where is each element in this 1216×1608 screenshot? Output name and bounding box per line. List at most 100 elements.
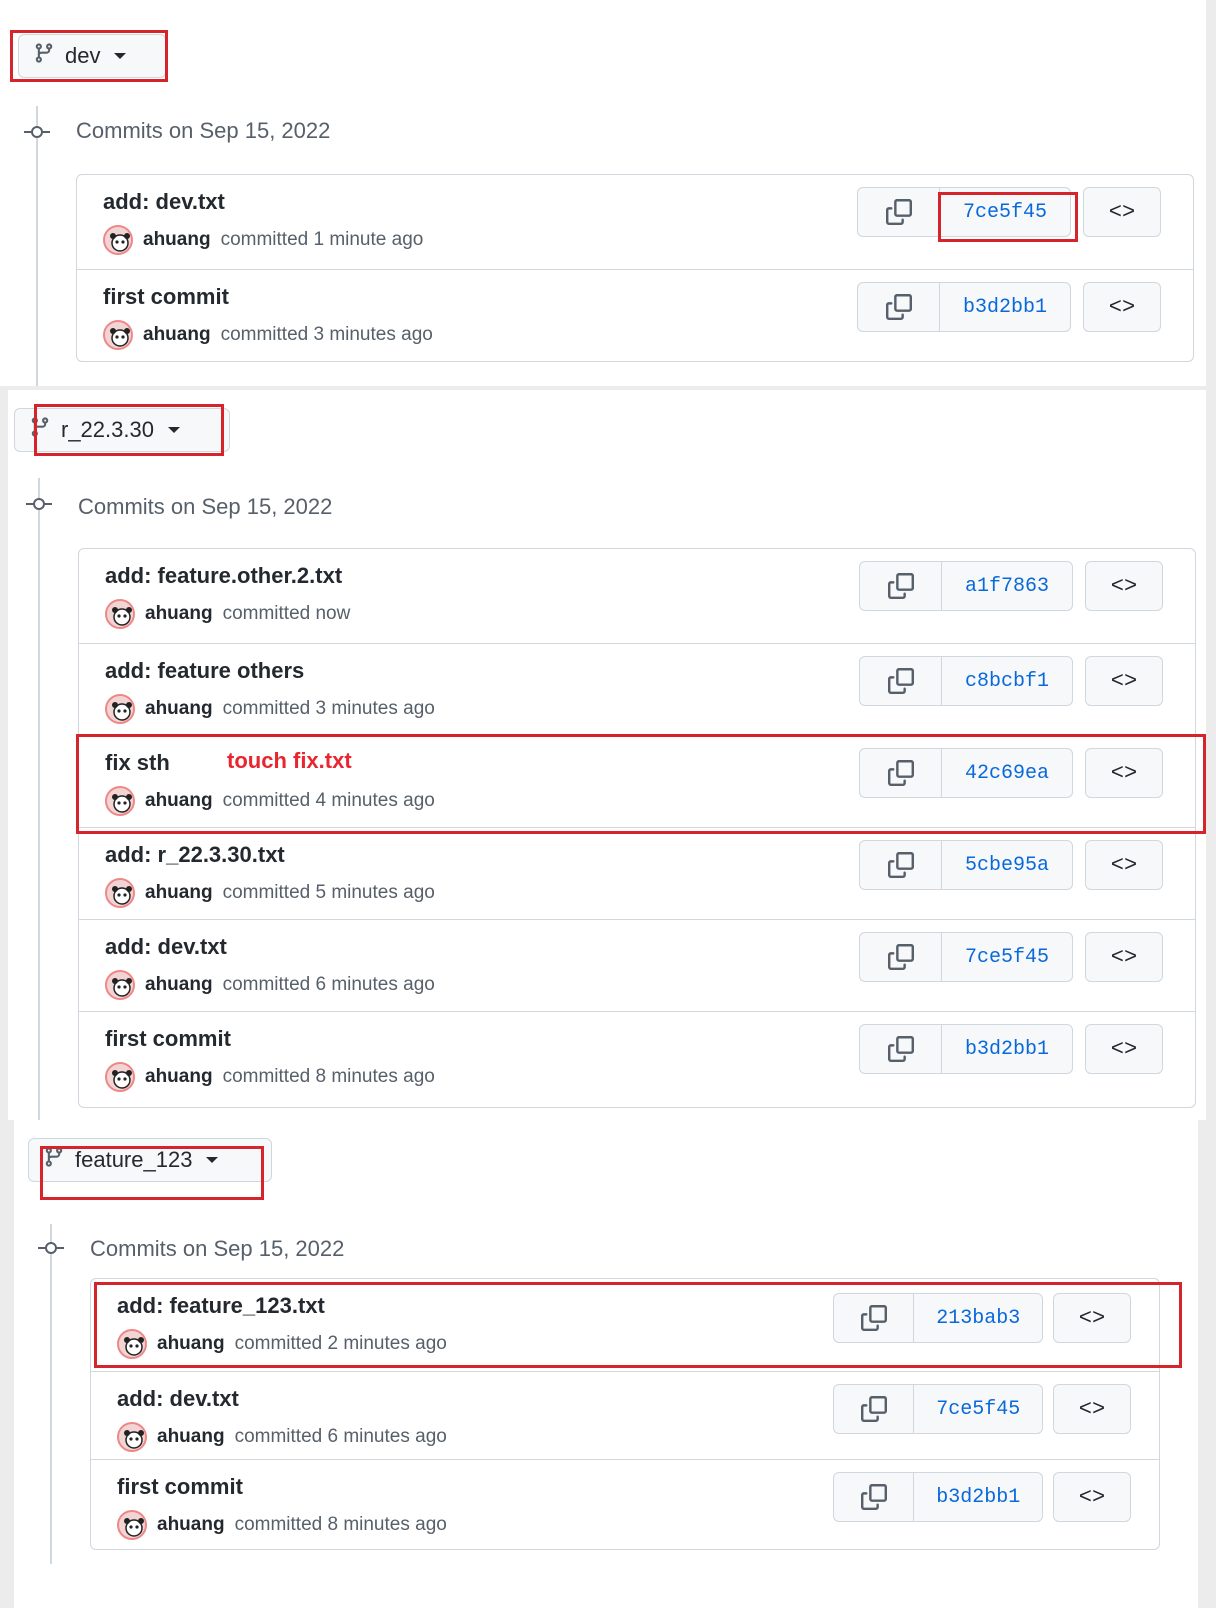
- commit-author[interactable]: ahuang: [157, 1333, 225, 1355]
- copy-sha-button[interactable]: [858, 188, 940, 236]
- avatar[interactable]: [117, 1510, 147, 1540]
- avatar[interactable]: [105, 599, 135, 629]
- sha-button-group: b3d2bb1: [857, 282, 1071, 332]
- commit-message[interactable]: add: dev.txt: [103, 189, 225, 215]
- commit-author[interactable]: ahuang: [143, 229, 211, 251]
- avatar[interactable]: [103, 320, 133, 350]
- browse-files-button[interactable]: <>: [1085, 932, 1163, 982]
- commit-node-icon: [38, 1242, 64, 1254]
- browse-files-button[interactable]: <>: [1085, 1024, 1163, 1074]
- copy-sha-button[interactable]: [834, 1385, 915, 1433]
- copy-sha-button[interactable]: [860, 933, 942, 981]
- commit-time: committed 8 minutes ago: [234, 1514, 447, 1535]
- commit-sha-link[interactable]: a1f7863: [942, 562, 1072, 610]
- browse-files-button[interactable]: <>: [1085, 656, 1163, 706]
- avatar[interactable]: [105, 1062, 135, 1092]
- commit-message[interactable]: first commit: [117, 1474, 243, 1500]
- copy-sha-button[interactable]: [860, 749, 942, 797]
- avatar[interactable]: [117, 1422, 147, 1452]
- commit-author[interactable]: ahuang: [145, 974, 213, 996]
- commit-time: committed 4 minutes ago: [222, 790, 435, 811]
- sha-button-group: 5cbe95a: [859, 840, 1073, 890]
- commit-sha-link[interactable]: 213bab3: [914, 1294, 1042, 1342]
- commit-sha-link[interactable]: 7ce5f45: [942, 933, 1072, 981]
- copy-sha-button[interactable]: [860, 841, 942, 889]
- copy-sha-button[interactable]: [860, 1025, 942, 1073]
- sha-button-group: 7ce5f45: [833, 1384, 1043, 1434]
- copy-sha-button[interactable]: [860, 562, 942, 610]
- commit-row: add: feature_123.txt ahuang committed 2 …: [91, 1279, 1159, 1371]
- sha-button-group: 7ce5f45: [859, 932, 1073, 982]
- browse-files-button[interactable]: <>: [1053, 1472, 1131, 1522]
- copy-sha-button[interactable]: [858, 283, 940, 331]
- branch-icon: [33, 41, 55, 71]
- copy-sha-button[interactable]: [860, 657, 942, 705]
- copy-icon: [885, 294, 912, 320]
- commit-sha-link[interactable]: 7ce5f45: [940, 188, 1070, 236]
- browse-files-button[interactable]: <>: [1053, 1293, 1131, 1343]
- copy-sha-button[interactable]: [834, 1294, 915, 1342]
- commit-author[interactable]: ahuang: [157, 1426, 225, 1448]
- commit-meta: ahuang committed 4 minutes ago: [105, 786, 435, 816]
- commit-message[interactable]: add: feature.other.2.txt: [105, 563, 342, 589]
- avatar[interactable]: [105, 970, 135, 1000]
- commit-row: add: r_22.3.30.txt ahuang committed 5 mi…: [79, 827, 1195, 919]
- commit-sha-link[interactable]: b3d2bb1: [914, 1473, 1042, 1521]
- avatar[interactable]: [105, 786, 135, 816]
- commit-message[interactable]: first commit: [105, 1026, 231, 1052]
- sha-button-group: 7ce5f45: [857, 187, 1071, 237]
- commit-message[interactable]: fix sth: [105, 750, 170, 776]
- commit-meta: ahuang committed 8 minutes ago: [117, 1510, 447, 1540]
- browse-files-button[interactable]: <>: [1053, 1384, 1131, 1434]
- commit-sha-link[interactable]: b3d2bb1: [942, 1025, 1072, 1073]
- browse-files-button[interactable]: <>: [1085, 561, 1163, 611]
- copy-icon: [887, 760, 914, 786]
- browse-files-button[interactable]: <>: [1085, 840, 1163, 890]
- sha-button-group: b3d2bb1: [859, 1024, 1073, 1074]
- commit-sha-link[interactable]: 7ce5f45: [914, 1385, 1042, 1433]
- avatar[interactable]: [105, 694, 135, 724]
- commit-author[interactable]: ahuang: [145, 882, 213, 904]
- branch-selector[interactable]: dev: [18, 34, 166, 78]
- browse-files-button[interactable]: <>: [1085, 748, 1163, 798]
- branch-selector[interactable]: r_22.3.30: [14, 408, 230, 452]
- commit-meta: ahuang committed 1 minute ago: [103, 225, 423, 255]
- date-header: Commits on Sep 15, 2022: [90, 1236, 345, 1261]
- copy-sha-button[interactable]: [834, 1473, 915, 1521]
- browse-files-button[interactable]: <>: [1083, 282, 1161, 332]
- sha-button-group: b3d2bb1: [833, 1472, 1043, 1522]
- commit-sha-link[interactable]: c8bcbf1: [942, 657, 1072, 705]
- commit-sha-link[interactable]: b3d2bb1: [940, 283, 1070, 331]
- chevron-down-icon: [206, 1157, 219, 1163]
- commit-author[interactable]: ahuang: [143, 324, 211, 346]
- branch-selector[interactable]: feature_123: [28, 1138, 272, 1182]
- commit-meta: ahuang committed 3 minutes ago: [105, 694, 435, 724]
- commit-message[interactable]: add: r_22.3.30.txt: [105, 842, 285, 868]
- avatar[interactable]: [117, 1329, 147, 1359]
- panel-r_22.3.30: r_22.3.30 Commits on Sep 15, 2022 add: f…: [8, 390, 1206, 1120]
- browse-files-button[interactable]: <>: [1083, 187, 1161, 237]
- commit-message[interactable]: add: dev.txt: [117, 1386, 239, 1412]
- sha-button-group: 213bab3: [833, 1293, 1043, 1343]
- chevron-down-icon: [167, 427, 180, 433]
- commit-message[interactable]: add: dev.txt: [105, 934, 227, 960]
- branch-icon: [29, 415, 51, 445]
- avatar[interactable]: [105, 878, 135, 908]
- branch-name: r_22.3.30: [61, 417, 154, 442]
- commit-row: add: dev.txt ahuang committed 6 minutes …: [79, 919, 1195, 1011]
- commit-message[interactable]: add: feature_123.txt: [117, 1293, 325, 1319]
- commit-author[interactable]: ahuang: [145, 790, 213, 812]
- commit-message[interactable]: first commit: [103, 284, 229, 310]
- commit-meta: ahuang committed 3 minutes ago: [103, 320, 433, 350]
- commit-author[interactable]: ahuang: [145, 603, 213, 625]
- sha-button-group: a1f7863: [859, 561, 1073, 611]
- commit-author[interactable]: ahuang: [145, 698, 213, 720]
- avatar[interactable]: [103, 225, 133, 255]
- copy-icon: [887, 944, 914, 970]
- commit-author[interactable]: ahuang: [157, 1514, 225, 1536]
- commit-sha-link[interactable]: 42c69ea: [942, 749, 1072, 797]
- commit-row: first commit ahuang committed 8 minutes …: [79, 1011, 1195, 1107]
- commit-message[interactable]: add: feature others: [105, 658, 304, 684]
- commit-sha-link[interactable]: 5cbe95a: [942, 841, 1072, 889]
- commit-author[interactable]: ahuang: [145, 1066, 213, 1088]
